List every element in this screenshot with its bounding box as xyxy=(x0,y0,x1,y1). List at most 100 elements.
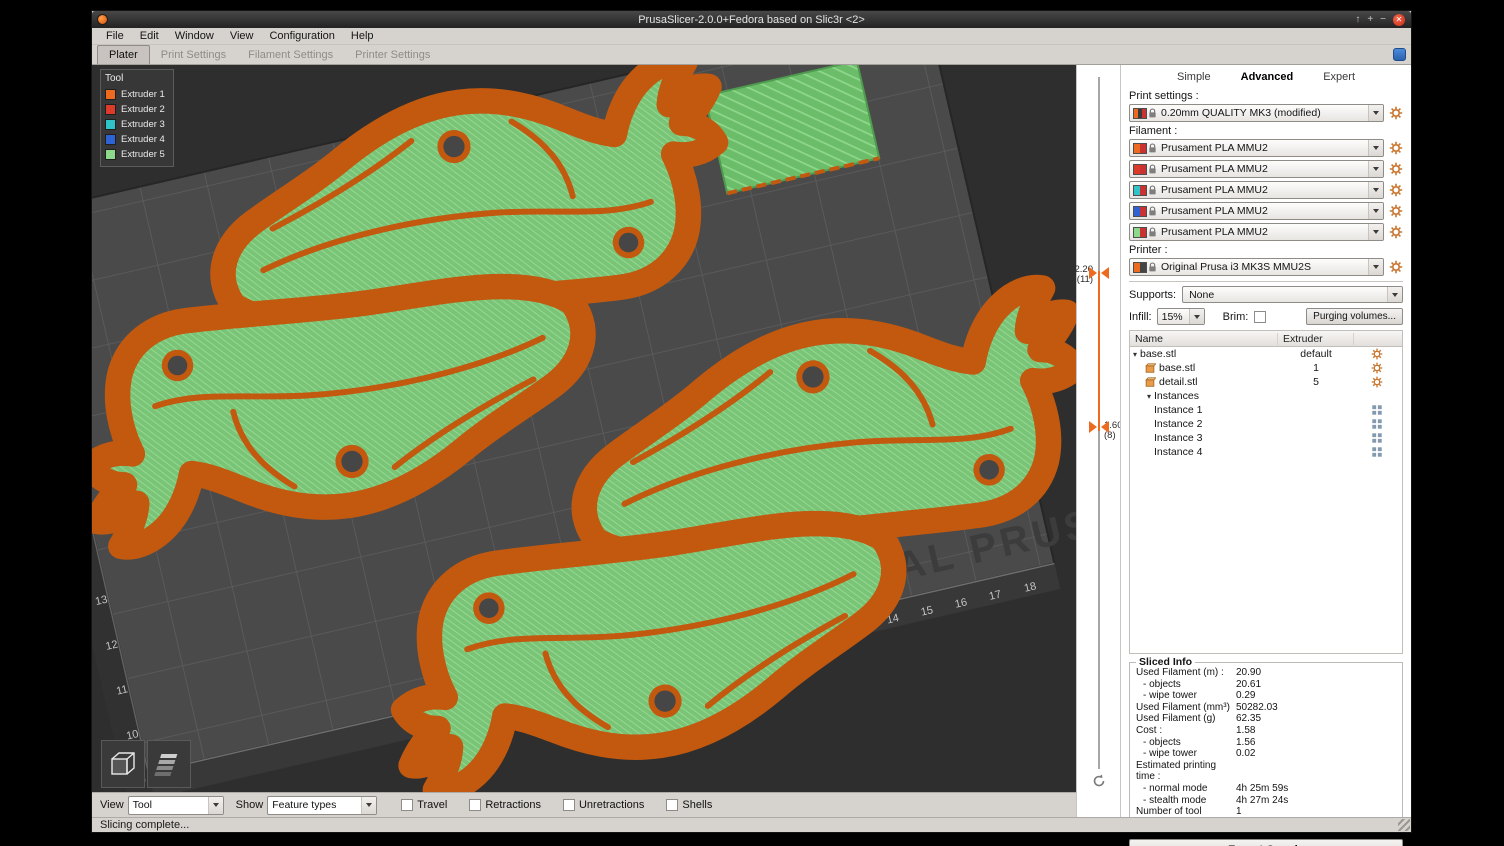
layer-slider-lower-handle[interactable] xyxy=(1088,420,1110,432)
filament-4-swatch xyxy=(1133,206,1147,217)
filament-3-swatch xyxy=(1133,185,1147,196)
object-list-header: Name Extruder xyxy=(1130,331,1402,347)
show-select[interactable]: Feature types xyxy=(267,796,377,815)
object-row-instance-3[interactable]: Instance 3 xyxy=(1130,431,1402,445)
chevron-down-icon xyxy=(1368,224,1383,240)
object-row-instance-2[interactable]: Instance 2 xyxy=(1130,417,1402,431)
column-name[interactable]: Name xyxy=(1130,333,1278,345)
lock-icon xyxy=(1147,261,1158,273)
filament-4-gear-icon[interactable] xyxy=(1389,204,1403,218)
object-row-base-part[interactable]: base.stl 1 xyxy=(1130,361,1402,375)
printer-gear-icon[interactable] xyxy=(1389,260,1403,274)
unretractions-checkbox[interactable] xyxy=(563,799,575,811)
purging-volumes-button[interactable]: Purging volumes... xyxy=(1306,308,1403,325)
instances-grid-icon[interactable] xyxy=(1371,404,1383,416)
minimize-icon[interactable]: − xyxy=(1380,15,1386,25)
tab-bar: Plater Print Settings Filament Settings … xyxy=(92,45,1411,65)
chevron-down-icon xyxy=(208,797,223,814)
mode-simple[interactable]: Simple xyxy=(1177,71,1211,83)
infill-select[interactable]: 15% xyxy=(1157,308,1205,325)
instances-grid-icon[interactable] xyxy=(1371,418,1383,430)
app-badge-icon xyxy=(1393,48,1406,61)
caret-down-icon[interactable]: ▾ xyxy=(1130,350,1140,359)
pin-icon[interactable]: + xyxy=(1367,15,1373,25)
mode-advanced[interactable]: Advanced xyxy=(1241,71,1294,83)
menu-edit[interactable]: Edit xyxy=(132,29,167,43)
close-button[interactable]: ✕ xyxy=(1393,14,1405,26)
filament-5-swatch xyxy=(1133,227,1147,238)
object-row-instance-1[interactable]: Instance 1 xyxy=(1130,403,1402,417)
tab-plater[interactable]: Plater xyxy=(97,45,150,64)
tab-print-settings[interactable]: Print Settings xyxy=(150,46,237,64)
chevron-down-icon xyxy=(361,797,376,814)
lock-icon xyxy=(1147,226,1158,238)
gear-icon[interactable] xyxy=(1371,362,1383,374)
menu-file[interactable]: File xyxy=(98,29,132,43)
filament-2-select[interactable]: Prusament PLA MMU2 xyxy=(1129,160,1384,178)
supports-select[interactable]: None xyxy=(1182,286,1403,303)
shade-icon[interactable]: ↑ xyxy=(1355,15,1360,25)
view-select[interactable]: Tool xyxy=(128,796,224,815)
column-extruder[interactable]: Extruder xyxy=(1278,333,1354,345)
filament-3-select[interactable]: Prusament PLA MMU2 xyxy=(1129,181,1384,199)
filament-5-gear-icon[interactable] xyxy=(1389,225,1403,239)
chevron-down-icon xyxy=(1387,287,1402,302)
travel-label: Travel xyxy=(417,799,447,811)
resize-grip[interactable] xyxy=(1398,819,1410,831)
lock-icon xyxy=(1147,107,1158,119)
chevron-down-icon xyxy=(1368,182,1383,198)
view-3d-button[interactable] xyxy=(101,740,145,788)
legend-item: Extruder 2 xyxy=(105,102,169,117)
filament-2-gear-icon[interactable] xyxy=(1389,162,1403,176)
retractions-checkbox[interactable] xyxy=(469,799,481,811)
instances-grid-icon[interactable] xyxy=(1371,432,1383,444)
printer-select[interactable]: Original Prusa i3 MK3S MMU2S xyxy=(1129,258,1384,276)
plater-3d-viewport[interactable]: ORIGINAL PRUSA 13 12 11 10 9 14 15 xyxy=(92,65,1076,792)
layer-slider: 2.20 (11) 1.60 (8) xyxy=(1076,65,1120,817)
filament-1-swatch xyxy=(1133,143,1147,154)
print-settings-gear-icon[interactable] xyxy=(1389,106,1403,120)
object-row-base[interactable]: ▾ base.stl default xyxy=(1130,347,1402,361)
show-label: Show xyxy=(236,799,264,811)
filament-1-select[interactable]: Prusament PLA MMU2 xyxy=(1129,139,1384,157)
window-title: PrusaSlicer-2.0.0+Fedora based on Slic3r… xyxy=(92,14,1411,26)
menu-configuration[interactable]: Configuration xyxy=(261,29,342,43)
legend-item: Extruder 1 xyxy=(105,87,169,102)
chevron-down-icon xyxy=(1368,203,1383,219)
filament-label: Filament : xyxy=(1129,125,1403,137)
menu-help[interactable]: Help xyxy=(343,29,382,43)
filament-5-select[interactable]: Prusament PLA MMU2 xyxy=(1129,223,1384,241)
object-row-instances[interactable]: ▾ Instances xyxy=(1130,389,1402,403)
unretractions-label: Unretractions xyxy=(579,799,644,811)
export-gcode-button[interactable]: Export G-code xyxy=(1129,839,1403,846)
filament-1-gear-icon[interactable] xyxy=(1389,141,1403,155)
shells-checkbox[interactable] xyxy=(666,799,678,811)
extruder-1-swatch xyxy=(105,89,116,100)
view-layers-button[interactable] xyxy=(147,740,191,788)
slider-reset-button[interactable] xyxy=(1091,773,1107,789)
app-window: PrusaSlicer-2.0.0+Fedora based on Slic3r… xyxy=(91,10,1412,833)
mode-expert[interactable]: Expert xyxy=(1323,71,1355,83)
travel-checkbox[interactable] xyxy=(401,799,413,811)
menu-window[interactable]: Window xyxy=(167,29,222,43)
printer-swatch xyxy=(1133,262,1147,273)
tab-printer-settings[interactable]: Printer Settings xyxy=(344,46,441,64)
divider xyxy=(1129,281,1403,282)
filament-4-select[interactable]: Prusament PLA MMU2 xyxy=(1129,202,1384,220)
preview-controls-bar: View Tool Show Feature types Travel xyxy=(92,792,1076,817)
print-settings-select[interactable]: 0.20mm QUALITY MK3 (modified) xyxy=(1129,104,1384,122)
layer-slider-upper-handle[interactable] xyxy=(1088,266,1110,278)
lock-icon xyxy=(1147,205,1158,217)
brim-checkbox[interactable] xyxy=(1254,311,1266,323)
tab-filament-settings[interactable]: Filament Settings xyxy=(237,46,344,64)
object-row-instance-4[interactable]: Instance 4 xyxy=(1130,445,1402,459)
filament-3-gear-icon[interactable] xyxy=(1389,183,1403,197)
gear-icon[interactable] xyxy=(1371,376,1383,388)
caret-down-icon[interactable]: ▾ xyxy=(1144,392,1154,401)
part-icon xyxy=(1144,362,1156,374)
object-row-detail-part[interactable]: detail.stl 5 xyxy=(1130,375,1402,389)
mode-tabs: Simple Advanced Expert xyxy=(1129,69,1403,88)
instances-grid-icon[interactable] xyxy=(1371,446,1383,458)
gear-icon[interactable] xyxy=(1371,348,1383,360)
menu-view[interactable]: View xyxy=(222,29,262,43)
